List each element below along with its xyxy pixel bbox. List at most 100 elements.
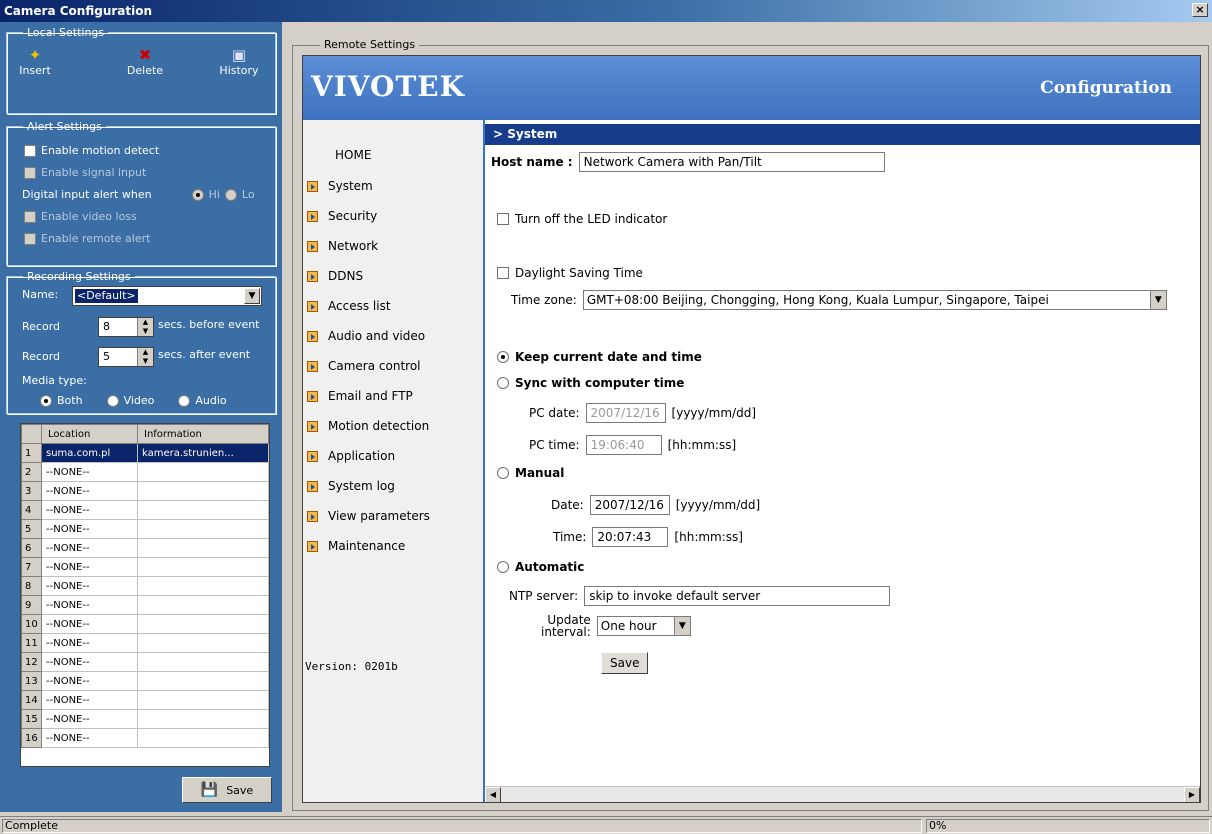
save-button[interactable]: 💾 Save [182,777,272,803]
table-row[interactable]: 11 --NONE-- [21,633,269,653]
record-after-spinner[interactable]: 5 ▲ ▼ [98,347,154,367]
location-cell[interactable]: --NONE-- [41,462,138,482]
sync-radio[interactable] [497,377,509,389]
information-cell[interactable] [137,557,269,577]
row-number[interactable]: 14 [21,690,42,710]
chevron-down-icon[interactable]: ▼ [1149,291,1166,309]
location-cell[interactable]: --NONE-- [41,557,138,577]
row-number[interactable]: 16 [21,728,42,748]
table-row[interactable]: 8 --NONE-- [21,576,269,596]
nav-item[interactable]: Maintenance [307,539,405,553]
spin-arrows-icon[interactable]: ▲ ▼ [137,318,153,336]
audio-radio[interactable] [178,394,191,407]
nav-item[interactable]: Application [307,449,395,463]
information-cell[interactable] [137,500,269,520]
row-number[interactable]: 12 [21,652,42,672]
table-row[interactable]: 16 --NONE-- [21,728,269,748]
dst-checkbox[interactable] [497,267,509,279]
location-cell[interactable]: --NONE-- [41,595,138,615]
information-cell[interactable] [137,576,269,596]
table-row[interactable]: 9 --NONE-- [21,595,269,615]
nav-item[interactable]: Access list [307,299,391,313]
history-button[interactable]: ▣ History [214,46,264,77]
horizontal-scrollbar[interactable]: ◀ ▶ [485,786,1200,802]
nav-item[interactable]: View parameters [307,509,430,523]
ntp-input[interactable]: skip to invoke default server [584,586,891,606]
insert-button[interactable]: ✦ Insert [10,46,60,77]
location-cell[interactable]: --NONE-- [41,481,138,501]
row-number[interactable]: 2 [21,462,42,482]
nav-item[interactable]: System [307,179,373,193]
location-cell[interactable]: --NONE-- [41,690,138,710]
timezone-select[interactable]: GMT+08:00 Beijing, Chongging, Hong Kong,… [582,290,1167,310]
row-number[interactable]: 11 [21,633,42,653]
record-before-spinner[interactable]: 8 ▲ ▼ [98,317,154,337]
information-cell[interactable] [137,595,269,615]
information-cell[interactable] [137,633,269,653]
remote-save-button[interactable]: Save [601,652,649,674]
location-cell[interactable]: --NONE-- [41,671,138,691]
table-row[interactable]: 5 --NONE-- [21,519,269,539]
nav-item[interactable]: Network [307,239,378,253]
spin-arrows-icon[interactable]: ▲ ▼ [137,348,153,366]
nav-item[interactable]: DDNS [307,269,363,283]
update-interval-select[interactable]: One hour ▼ [596,616,691,636]
information-cell[interactable] [137,519,269,539]
table-row[interactable]: 6 --NONE-- [21,538,269,558]
row-number[interactable]: 10 [21,614,42,634]
scroll-left-icon[interactable]: ◀ [485,787,501,802]
time-input[interactable]: 20:07:43 [592,527,669,547]
row-number[interactable]: 8 [21,576,42,596]
information-cell[interactable] [137,614,269,634]
table-row[interactable]: 3 --NONE-- [21,481,269,501]
row-number[interactable]: 9 [21,595,42,615]
table-row[interactable]: 12 --NONE-- [21,652,269,672]
location-cell[interactable]: suma.com.pl [41,443,138,463]
table-row[interactable]: 7 --NONE-- [21,557,269,577]
information-cell[interactable] [137,671,269,691]
row-number[interactable]: 13 [21,671,42,691]
information-cell[interactable]: kamera.strunien... [137,443,269,463]
video-radio[interactable] [106,394,119,407]
information-cell[interactable] [137,462,269,482]
nav-item[interactable]: Motion detection [307,419,429,433]
both-radio[interactable] [40,394,52,407]
row-number[interactable]: 1 [21,443,42,463]
information-cell[interactable] [137,709,269,729]
table-row[interactable]: 10 --NONE-- [21,614,269,634]
row-number[interactable]: 6 [21,538,42,558]
keep-radio[interactable] [497,351,509,363]
motion-detect-checkbox[interactable] [24,144,36,157]
information-cell[interactable] [137,652,269,672]
automatic-radio[interactable] [497,561,509,573]
hostname-input[interactable]: Network Camera with Pan/Tilt [578,152,885,172]
nav-item[interactable]: Security [307,209,377,223]
table-row[interactable]: 14 --NONE-- [21,690,269,710]
location-cell[interactable]: --NONE-- [41,519,138,539]
information-cell[interactable] [137,481,269,501]
location-cell[interactable]: --NONE-- [41,576,138,596]
scroll-right-icon[interactable]: ▶ [1184,787,1200,802]
delete-button[interactable]: ✖ Delete [120,46,170,77]
information-cell[interactable] [137,538,269,558]
name-select[interactable]: <Default> ▼ [72,286,262,306]
nav-item[interactable]: System log [307,479,395,493]
motion-detect-row[interactable]: Enable motion detect [24,144,159,157]
row-number[interactable]: 3 [21,481,42,501]
table-row[interactable]: 2 --NONE-- [21,462,269,482]
led-checkbox[interactable] [497,213,509,225]
location-cell[interactable]: --NONE-- [41,728,138,748]
nav-item[interactable]: Audio and video [307,329,425,343]
location-cell[interactable]: --NONE-- [41,538,138,558]
date-input[interactable]: 2007/12/16 [589,495,670,515]
column-header-location[interactable]: Location [41,424,138,444]
information-cell[interactable] [137,690,269,710]
chevron-down-icon[interactable]: ▼ [244,288,260,304]
row-number[interactable]: 5 [21,519,42,539]
location-cell[interactable]: --NONE-- [41,652,138,672]
manual-radio[interactable] [497,467,509,479]
nav-item[interactable]: Email and FTP [307,389,413,403]
table-row[interactable]: 15 --NONE-- [21,709,269,729]
nav-item[interactable]: Camera control [307,359,421,373]
table-row[interactable]: 13 --NONE-- [21,671,269,691]
